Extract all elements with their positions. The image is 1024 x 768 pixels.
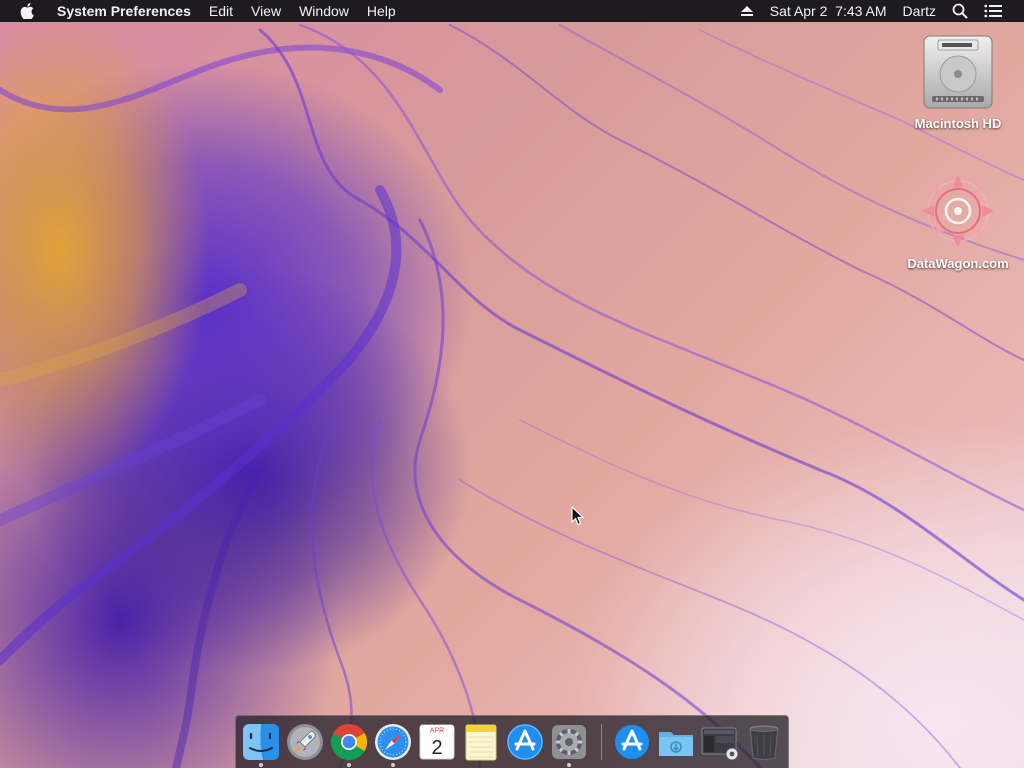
notes-icon	[465, 724, 497, 761]
menu-edit[interactable]: Edit	[200, 0, 242, 22]
dock-item-downloads[interactable]	[656, 722, 696, 762]
applications-folder-icon	[615, 725, 649, 759]
menu-bar-user-name[interactable]: Dartz	[895, 0, 944, 22]
dock-item-applications[interactable]	[612, 722, 652, 762]
desktop-icon-macintosh-hd[interactable]: Macintosh HD	[903, 32, 1013, 131]
desktop-icon-label: DataWagon.com	[907, 256, 1009, 271]
menu-window[interactable]: Window	[290, 0, 358, 22]
launchpad-icon	[287, 724, 323, 760]
dock-running-indicator	[391, 763, 395, 767]
dock-item-finder[interactable]	[241, 722, 281, 762]
app-store-icon	[507, 724, 543, 760]
calendar-icon: APR 2	[419, 724, 455, 760]
dock-item-screenshots[interactable]	[700, 722, 740, 762]
menu-view[interactable]: View	[242, 0, 290, 22]
calendar-month-label: APR	[430, 728, 444, 735]
dock-running-indicator	[347, 763, 351, 767]
dock-item-safari[interactable]	[373, 722, 413, 762]
mouse-pointer-icon	[571, 506, 584, 526]
datawagon-disk-icon	[922, 175, 994, 247]
dock-item-launchpad[interactable]	[285, 722, 325, 762]
dock-item-notes[interactable]	[461, 722, 501, 762]
dock: APR 2	[235, 715, 789, 768]
trash-icon	[749, 725, 779, 760]
menu-help[interactable]: Help	[358, 0, 405, 22]
dock-separator	[601, 724, 602, 760]
calendar-day-label: 2	[431, 737, 442, 759]
dock-running-indicator	[567, 763, 571, 767]
menu-bar-right: Sat Apr 2 7:43 AM Dartz	[732, 0, 1024, 22]
safari-icon	[375, 724, 411, 760]
dock-item-system-preferences[interactable]	[549, 722, 589, 762]
hard-drive-icon	[923, 35, 993, 109]
system-preferences-icon	[552, 725, 586, 759]
desktop-icon-datawagon[interactable]: DataWagon.com	[903, 170, 1013, 271]
eject-icon[interactable]	[732, 0, 762, 22]
downloads-folder-icon	[659, 732, 693, 756]
menu-bar-left: System Preferences Edit View Window Help	[0, 0, 405, 22]
screenshots-stack-icon	[701, 727, 739, 761]
finder-icon	[243, 724, 279, 760]
dock-item-app-store[interactable]	[505, 722, 545, 762]
desktop-wallpaper	[0, 23, 1024, 768]
apple-menu-icon[interactable]	[0, 0, 48, 22]
notification-center-icon[interactable]	[976, 0, 1010, 22]
dock-running-indicator	[259, 763, 263, 767]
dock-item-trash[interactable]	[744, 722, 784, 762]
dock-item-chrome[interactable]	[329, 722, 369, 762]
menu-bar: System Preferences Edit View Window Help…	[0, 0, 1024, 22]
app-menu-system-preferences[interactable]: System Preferences	[48, 0, 200, 22]
spotlight-search-icon[interactable]	[944, 0, 976, 22]
menu-bar-clock[interactable]: Sat Apr 2 7:43 AM	[762, 0, 895, 22]
chrome-icon	[330, 724, 368, 761]
dock-item-calendar[interactable]: APR 2	[417, 722, 457, 762]
desktop-icon-label: Macintosh HD	[914, 116, 1002, 131]
